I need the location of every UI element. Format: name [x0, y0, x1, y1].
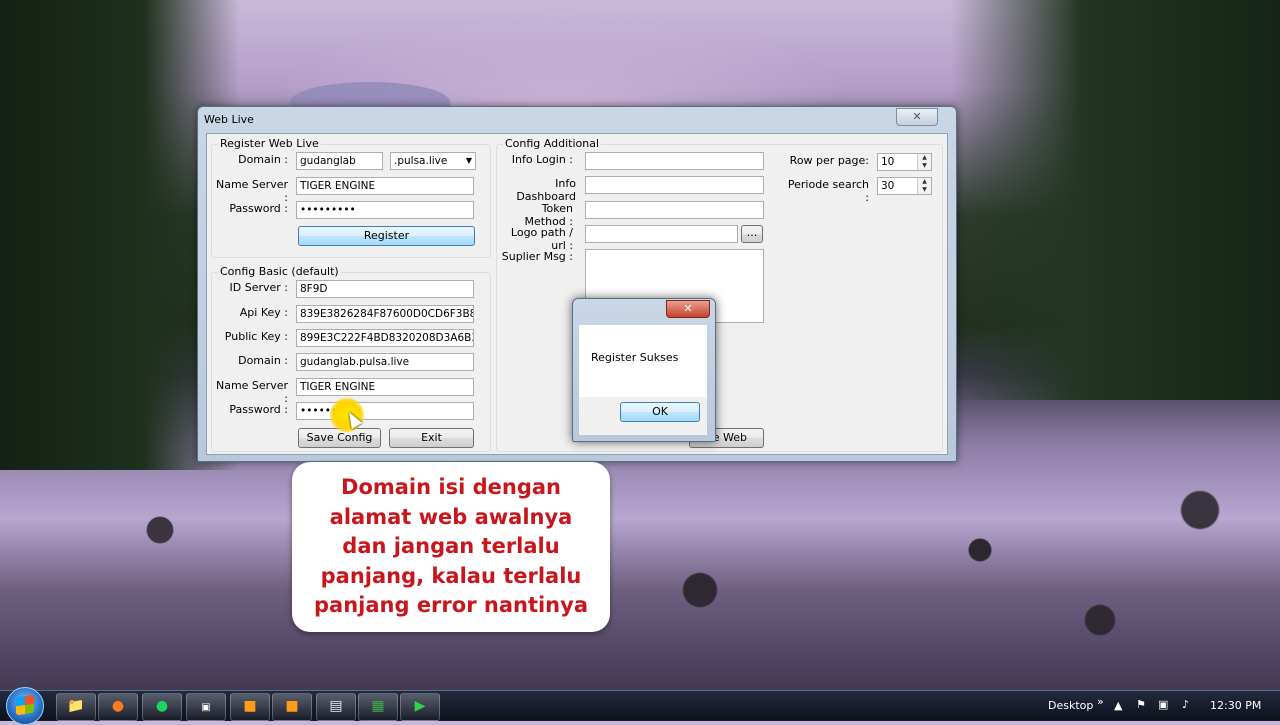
message-text: Register Sukses: [591, 351, 679, 364]
config-basic-group-label: Config Basic (default): [218, 265, 341, 278]
id-server-label: ID Server :: [229, 281, 289, 294]
message-box-close-button[interactable]: ✕: [666, 300, 710, 318]
register-name-server-input[interactable]: TIGER ENGINE: [296, 177, 474, 195]
spotify-icon: ●: [155, 698, 169, 714]
cmd-taskbar-button[interactable]: ▣: [186, 693, 226, 721]
token-method-label: Token Method :: [524, 202, 573, 228]
spinner-arrows-icon[interactable]: ▲ ▼: [917, 154, 931, 170]
suplier-msg-label: Suplier Msg :: [501, 250, 573, 263]
instruction-callout: Domain isi dengan alamat web awalnya dan…: [292, 462, 610, 632]
desktop-toolbar-label[interactable]: Desktop: [1048, 699, 1093, 712]
config-name-server-label: Name Server :: [215, 379, 288, 405]
folder-icon: 📁: [67, 698, 85, 714]
id-server-input[interactable]: 8F9D: [296, 280, 474, 298]
firefox-icon: ●: [111, 698, 125, 714]
info-dashboard-label: Info Dashboard: [516, 177, 576, 203]
api-key-label: Api Key :: [239, 306, 288, 319]
wallpaper-river-rocks: [0, 470, 1280, 690]
app-7z-icon: ■: [285, 698, 299, 714]
volume-icon[interactable]: ♪: [1182, 698, 1189, 711]
public-key-input[interactable]: 899E3C222F4BD8320208D3A6B38BE: [296, 329, 474, 347]
app-taskbar-button-2[interactable]: ■: [272, 693, 312, 721]
exit-button[interactable]: Exit: [389, 428, 474, 448]
chevron-down-icon: ▼: [465, 156, 472, 165]
info-login-label: Info Login :: [511, 153, 573, 166]
app-7z-icon: ■: [243, 698, 257, 714]
toolbar-expand-icon[interactable]: »: [1097, 695, 1104, 708]
spinner-arrows-icon[interactable]: ▲ ▼: [917, 178, 931, 194]
app-taskbar-button-1[interactable]: ■: [230, 693, 270, 721]
register-message-box: ✕ Register Sukses OK: [572, 298, 716, 442]
config-name-server-input[interactable]: TIGER ENGINE: [296, 378, 474, 396]
windows-logo-icon: [16, 694, 34, 716]
config-domain-label: Domain :: [238, 354, 288, 367]
row-per-page-label: Row per page:: [789, 154, 869, 167]
action-center-flag-icon[interactable]: ⚑: [1136, 698, 1146, 711]
logo-path-input[interactable]: [585, 225, 738, 243]
notepad-icon: ▤: [329, 698, 343, 714]
explorer-taskbar-button[interactable]: 📁: [56, 693, 96, 721]
clock[interactable]: 12:30 PM: [1210, 699, 1261, 712]
row-per-page-value: 10: [881, 156, 895, 168]
media-taskbar-button[interactable]: ▶: [400, 693, 440, 721]
api-key-input[interactable]: 839E3826284F87600D0CD6F3B880EI: [296, 305, 474, 323]
config-additional-group-label: Config Additional: [503, 137, 602, 150]
register-password-input[interactable]: •••••••••: [296, 201, 474, 219]
config-domain-input[interactable]: gudanglab.pulsa.live: [296, 353, 474, 371]
wallpaper-trees-right: [950, 0, 1280, 400]
firefox-taskbar-button[interactable]: ●: [98, 693, 138, 721]
periode-search-value: 30: [881, 180, 895, 192]
save-config-button[interactable]: Save Config: [298, 428, 381, 448]
tray-overflow-icon[interactable]: ▲: [1114, 699, 1122, 712]
window-close-button[interactable]: ✕: [896, 108, 938, 126]
info-login-input[interactable]: [585, 152, 764, 170]
info-dashboard-input[interactable]: [585, 176, 764, 194]
window-title: Web Live: [204, 113, 254, 126]
register-name-server-label: Name Server :: [215, 178, 288, 204]
domain-suffix-value: .pulsa.live: [394, 155, 448, 167]
browse-logo-button[interactable]: ...: [741, 225, 763, 243]
message-box-footer: OK: [579, 397, 707, 435]
register-domain-suffix-select[interactable]: .pulsa.live ▼: [390, 152, 476, 170]
network-icon[interactable]: ▣: [1158, 698, 1168, 711]
config-password-label: Password :: [229, 403, 288, 416]
row-per-page-spinner[interactable]: 10 ▲ ▼: [877, 153, 932, 171]
start-button[interactable]: [6, 687, 44, 725]
register-password-label: Password :: [229, 202, 288, 215]
token-method-input[interactable]: [585, 201, 764, 219]
config-password-input[interactable]: ••••••••••: [296, 402, 474, 420]
register-button[interactable]: Register: [298, 226, 475, 246]
spotify-taskbar-button[interactable]: ●: [142, 693, 182, 721]
periode-search-label: Periode search :: [787, 178, 869, 204]
register-domain-input[interactable]: gudanglab: [296, 152, 383, 170]
play-icon: ▶: [414, 698, 426, 714]
periode-search-spinner[interactable]: 30 ▲ ▼: [877, 177, 932, 195]
public-key-label: Public Key :: [224, 330, 288, 343]
taskbar: 📁 ● ● ▣ ■ ■ ▤ ▦ ▶ Desktop » ▲ ⚑ ▣ ♪ 12:3…: [0, 687, 1280, 725]
terminal-icon: ▣: [201, 702, 211, 713]
ok-button[interactable]: OK: [620, 402, 700, 422]
excel-icon: ▦: [371, 698, 385, 714]
register-domain-label: Domain :: [238, 153, 288, 166]
logo-path-label: Logo path / url :: [510, 226, 573, 252]
excel-taskbar-button[interactable]: ▦: [358, 693, 398, 721]
message-box-body: Register Sukses: [579, 325, 707, 397]
notepad-taskbar-button[interactable]: ▤: [316, 693, 356, 721]
register-group-label: Register Web Live: [218, 137, 321, 150]
